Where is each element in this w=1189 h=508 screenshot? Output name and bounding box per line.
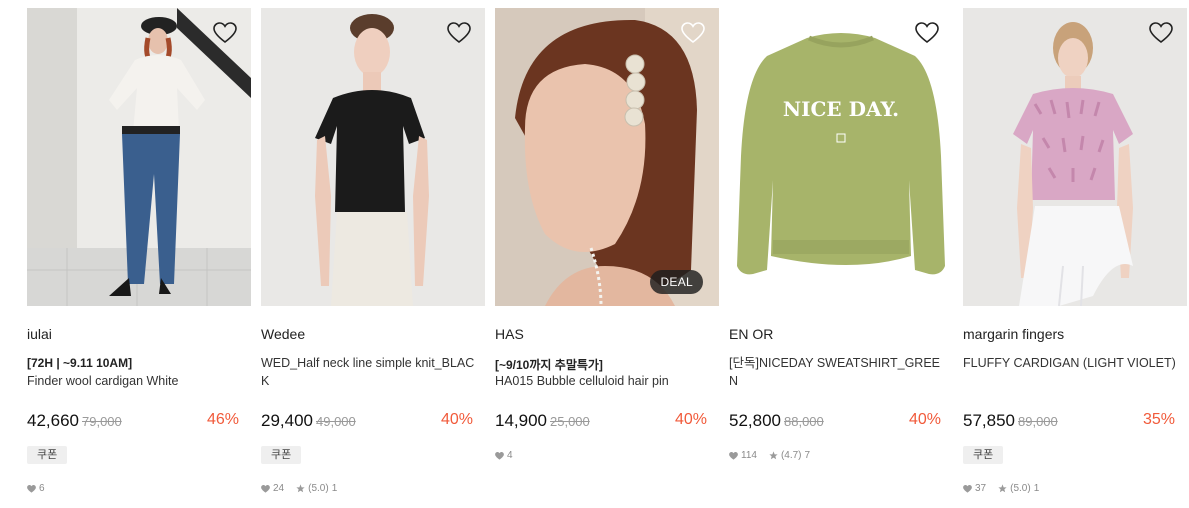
star-icon	[296, 484, 305, 493]
original-price: 88,000	[784, 414, 824, 429]
product-card-iulai[interactable]: iulai [72H | ~9.11 10AM] Finder wool car…	[27, 8, 251, 494]
price-row: 57,850 89,000 35%	[963, 411, 1175, 433]
review-count: 1	[1033, 483, 1040, 494]
product-name[interactable]: FLUFFY CARDIGAN (LIGHT VIOLET)	[963, 354, 1179, 372]
deal-badge: DEAL	[650, 270, 703, 294]
promo-text: [72H | ~9.11 10AM]	[27, 356, 133, 370]
wishlist-heart-icon[interactable]	[915, 22, 939, 44]
like-count-icon	[729, 451, 738, 460]
wishlist-heart-icon[interactable]	[1149, 22, 1173, 44]
brand-name[interactable]: HAS	[495, 326, 524, 342]
product-card-wedee[interactable]: Wedee WED_Half neck line simple knit_BLA…	[261, 8, 485, 494]
discount-rate: 35%	[1142, 411, 1175, 428]
discount-rate: 40%	[674, 411, 707, 428]
product-stats: 24 (5.0) 1	[261, 483, 337, 494]
discount-rate: 46%	[206, 411, 239, 428]
product-photo	[495, 8, 719, 306]
product-card-has[interactable]: DEAL HAS [~9/10까지 추말특가] HA015 Bubble cel…	[495, 8, 719, 461]
like-count: 4	[507, 450, 513, 461]
product-photo	[27, 8, 251, 306]
rating: (5.0)	[308, 483, 329, 494]
brand-name[interactable]: Wedee	[261, 326, 305, 342]
original-price: 25,000	[550, 414, 590, 429]
product-card-margarin-fingers[interactable]: margarin fingers FLUFFY CARDIGAN (LIGHT …	[963, 8, 1187, 494]
product-image[interactable]	[261, 8, 485, 306]
brand-name[interactable]: margarin fingers	[963, 326, 1064, 342]
like-count-icon	[963, 484, 972, 493]
product-stats: 114 (4.7) 7	[729, 450, 810, 461]
promo-text: [~9/10까지 추말특가]	[495, 358, 603, 372]
product-stats: 37 (5.0) 1	[963, 483, 1039, 494]
product-image[interactable]: DEAL	[495, 8, 719, 306]
sale-price: 57,850	[963, 411, 1015, 430]
rating: (4.7)	[780, 450, 802, 461]
wishlist-heart-icon[interactable]	[213, 22, 237, 44]
like-count-icon	[261, 484, 270, 493]
like-count-icon	[27, 484, 36, 493]
product-name[interactable]: [단독]NICEDAY SWEATSHIRT_GREEN	[729, 354, 945, 390]
product-stats: 6	[27, 483, 45, 494]
like-count: 114	[741, 450, 757, 461]
sweatshirt-print-text: NICE DAY.	[783, 97, 899, 121]
wishlist-heart-icon[interactable]	[447, 22, 471, 44]
like-count-icon	[495, 451, 504, 460]
product-name[interactable]: Finder wool cardigan White	[27, 372, 243, 390]
original-price: 79,000	[82, 414, 122, 429]
star-icon	[769, 451, 778, 460]
price-row: 52,800 88,000 40%	[729, 411, 941, 433]
price-row: 29,400 49,000 40%	[261, 411, 473, 433]
star-icon	[998, 484, 1007, 493]
like-count: 37	[975, 483, 987, 494]
wishlist-heart-icon[interactable]	[681, 22, 705, 44]
price-row: 42,660 79,000 46%	[27, 411, 239, 433]
product-photo	[261, 8, 485, 306]
sale-price: 14,900	[495, 411, 547, 430]
product-photo	[963, 8, 1187, 306]
product-photo: NICE DAY.	[729, 8, 953, 306]
product-name[interactable]: HA015 Bubble celluloid hair pin	[495, 372, 711, 390]
discount-rate: 40%	[440, 411, 473, 428]
rating: (5.0)	[1010, 483, 1031, 494]
product-image[interactable]	[27, 8, 251, 306]
product-image[interactable]	[963, 8, 1187, 306]
product-image[interactable]: NICE DAY.	[729, 8, 953, 306]
review-count: 1	[331, 483, 338, 494]
coupon-badge: 쿠폰	[27, 446, 68, 464]
brand-name[interactable]: EN OR	[729, 326, 773, 342]
price-row: 14,900 25,000 40%	[495, 411, 707, 433]
sale-price: 52,800	[729, 411, 781, 430]
coupon-badge: 쿠폰	[261, 446, 302, 464]
discount-rate: 40%	[908, 411, 941, 428]
review-count: 7	[804, 450, 811, 461]
like-count: 24	[273, 483, 285, 494]
brand-name[interactable]: iulai	[27, 326, 52, 342]
product-grid: iulai [72H | ~9.11 10AM] Finder wool car…	[0, 0, 1189, 508]
coupon-badge: 쿠폰	[963, 446, 1004, 464]
original-price: 49,000	[316, 414, 356, 429]
like-count: 6	[39, 483, 45, 494]
original-price: 89,000	[1018, 414, 1058, 429]
product-card-en-or[interactable]: NICE DAY. EN OR [단독]NICEDAY SWEATSHIRT_G…	[729, 8, 953, 461]
sale-price: 42,660	[27, 411, 79, 430]
product-name[interactable]: WED_Half neck line simple knit_BLACK	[261, 354, 477, 390]
product-stats: 4	[495, 450, 513, 461]
sale-price: 29,400	[261, 411, 313, 430]
